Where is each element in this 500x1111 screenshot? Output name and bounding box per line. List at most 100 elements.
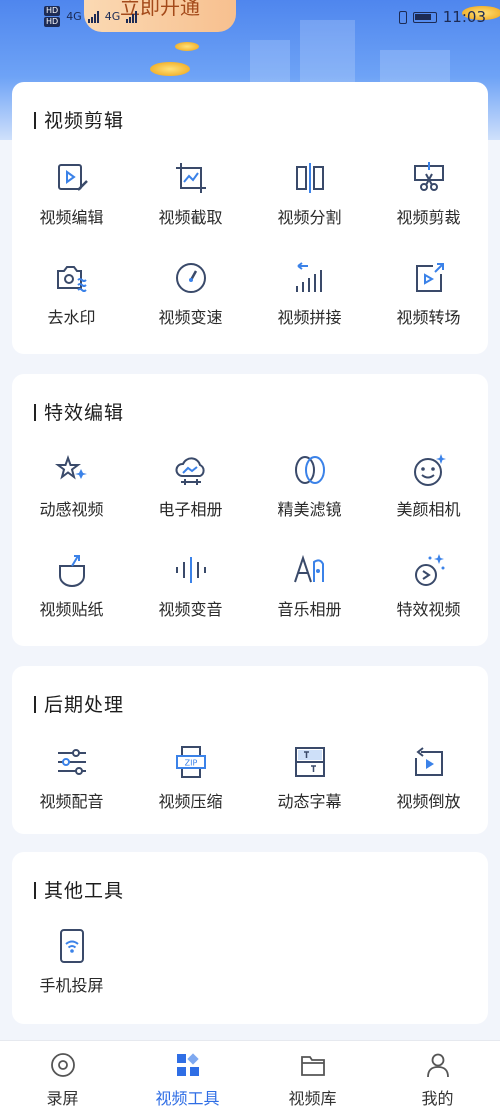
tool-label: 动态字幕	[277, 792, 342, 811]
tool-video-speed[interactable]: 视频变速	[131, 260, 250, 340]
tool-label: 动感视频	[39, 500, 104, 519]
battery-icon	[412, 11, 437, 23]
subtitle-icon	[294, 747, 325, 777]
folder-icon	[300, 1056, 325, 1076]
tool-compress[interactable]: ZIP 视频压缩	[131, 744, 250, 824]
coin-decoration	[175, 42, 199, 51]
section-other-tools: 其他工具 手机投屏	[12, 852, 488, 1024]
bottom-tab-bar: 录屏 视频工具 视频库 我的	[0, 1040, 500, 1111]
tool-label: 视频压缩	[158, 792, 223, 811]
vibrate-icon	[398, 10, 407, 24]
tool-music-album[interactable]: 音乐相册	[250, 552, 369, 632]
tool-label: 视频贴纸	[39, 600, 104, 619]
filter-rings-icon	[294, 456, 325, 484]
signal-icon	[87, 10, 99, 23]
sparkle-stars-icon	[54, 455, 87, 480]
tool-label: 视频变速	[158, 308, 223, 327]
scissors-icon	[413, 162, 444, 191]
tab-label: 视频工具	[155, 1089, 220, 1108]
tool-voice-change[interactable]: 视频变音	[131, 552, 250, 632]
tool-video-transition[interactable]: 视频转场	[369, 260, 488, 340]
section-title: 特效编辑	[34, 398, 124, 425]
status-left: HD HD 4G 4G	[44, 6, 138, 27]
screen-cast-icon	[59, 929, 84, 963]
tool-label: 手机投屏	[39, 976, 104, 995]
section-title: 视频剪辑	[34, 106, 124, 133]
signal-icon	[126, 10, 138, 23]
tool-label: 视频剪裁	[396, 208, 461, 227]
tool-filters[interactable]: 精美滤镜	[250, 452, 369, 532]
status-bar: HD HD 4G 4G 11:03	[0, 0, 500, 34]
tool-video-trim[interactable]: 视频剪裁	[369, 160, 488, 240]
tool-video-sticker[interactable]: 视频贴纸	[12, 552, 131, 632]
tool-beauty-camera[interactable]: 美颜相机	[369, 452, 488, 532]
tool-label: 精美滤镜	[277, 500, 342, 519]
splice-bars-icon	[295, 262, 322, 292]
tool-dynamic-subtitle[interactable]: 动态字幕	[250, 744, 369, 824]
tab-mine[interactable]: 我的	[375, 1041, 500, 1111]
tool-e-album[interactable]: 电子相册	[131, 452, 250, 532]
tool-video-split[interactable]: 视频分割	[250, 160, 369, 240]
tab-video-library[interactable]: 视频库	[250, 1041, 375, 1111]
tool-video-splice[interactable]: 视频拼接	[250, 260, 369, 340]
split-icon	[295, 163, 324, 193]
tool-label: 视频截取	[158, 208, 223, 227]
tool-dubbing[interactable]: 视频配音	[12, 744, 131, 824]
tool-video-cut[interactable]: 视频截取	[131, 160, 250, 240]
person-icon	[426, 1053, 449, 1078]
sticker-icon	[58, 555, 85, 587]
tool-dynamic-video[interactable]: 动感视频	[12, 452, 131, 532]
hd-indicators: HD HD	[44, 6, 61, 27]
network-type: 4G	[66, 10, 82, 23]
section-title: 其他工具	[34, 876, 124, 903]
svg-text:ZIP: ZIP	[184, 759, 197, 768]
section-title: 后期处理	[34, 690, 124, 717]
rewind-play-icon	[414, 747, 443, 776]
record-icon	[50, 1053, 75, 1077]
tool-reverse[interactable]: 视频倒放	[369, 744, 488, 824]
zip-icon: ZIP	[175, 746, 206, 778]
tool-label: 视频变音	[158, 600, 223, 619]
sound-wave-icon	[175, 557, 206, 583]
speedometer-icon	[175, 263, 206, 293]
section-title-text: 视频剪辑	[44, 110, 125, 132]
network-type: 4G	[104, 10, 121, 23]
hd-badge: HD	[44, 6, 61, 16]
tool-label: 视频倒放	[396, 792, 461, 811]
section-video-edit: 视频剪辑 视频编辑 视频截取 视频分割 视频剪裁 去水印 视频变速 视频拼接 视…	[12, 82, 488, 354]
tab-video-tools[interactable]: 视频工具	[125, 1041, 250, 1111]
tool-label: 视频拼接	[277, 308, 342, 327]
tool-remove-watermark[interactable]: 去水印	[12, 260, 131, 340]
tab-label: 录屏	[46, 1089, 79, 1108]
tool-video-edit[interactable]: 视频编辑	[12, 160, 131, 240]
section-title-text: 特效编辑	[44, 402, 125, 424]
status-time: 11:03	[442, 8, 486, 26]
hd-badge: HD	[44, 17, 61, 27]
effect-video-icon	[414, 554, 444, 586]
tool-label: 电子相册	[158, 500, 223, 519]
tab-label: 我的	[421, 1089, 454, 1108]
tool-label: 视频编辑	[39, 208, 104, 227]
smile-face-icon	[413, 454, 446, 486]
tool-screen-cast[interactable]: 手机投屏	[12, 928, 131, 1008]
section-post-processing: 后期处理 视频配音 ZIP 视频压缩 动态字幕 视频倒放	[12, 666, 488, 834]
music-album-icon	[293, 554, 324, 583]
tool-label: 视频配音	[39, 792, 104, 811]
tool-label: 视频分割	[277, 208, 342, 227]
sliders-icon	[57, 749, 86, 775]
tool-label: 美颜相机	[396, 500, 461, 519]
cloud-album-icon	[175, 457, 205, 485]
tool-label: 音乐相册	[277, 600, 342, 619]
edit-video-icon	[57, 164, 88, 191]
section-effects: 特效编辑 动感视频 电子相册 精美滤镜 美颜相机 视频贴纸 视频变音 音乐相册 …	[12, 374, 488, 646]
crop-frame-icon	[175, 163, 206, 193]
tab-label: 视频库	[288, 1089, 337, 1108]
section-title-text: 其他工具	[44, 880, 125, 902]
section-title-text: 后期处理	[44, 694, 125, 716]
coin-decoration	[150, 62, 190, 76]
tool-label: 去水印	[47, 308, 96, 327]
transition-icon	[415, 263, 444, 292]
tool-label: 视频转场	[396, 308, 461, 327]
tool-effect-video[interactable]: 特效视频	[369, 552, 488, 632]
tab-record[interactable]: 录屏	[0, 1041, 125, 1111]
